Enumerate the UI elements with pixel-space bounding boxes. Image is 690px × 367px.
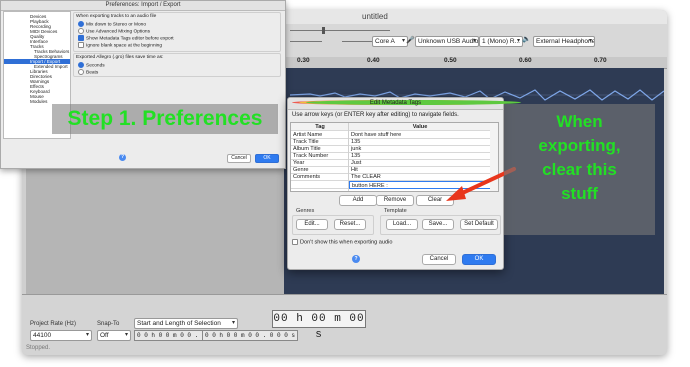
column-header-value: Value [349, 123, 491, 131]
ok-button[interactable]: OK [255, 154, 279, 163]
annotation-line: When [556, 112, 603, 131]
dont-show-option[interactable]: Don't show this when exporting audio [292, 239, 393, 245]
seconds-option[interactable]: Seconds [78, 62, 105, 68]
cancel-button[interactable]: Cancel [227, 154, 251, 163]
checkbox-icon[interactable] [292, 239, 298, 245]
genres-label: Genres [296, 208, 315, 214]
radio-icon[interactable] [78, 69, 84, 75]
advanced-mixing-option[interactable]: Use Advanced Mixing Options [78, 28, 150, 34]
template-label: Template [384, 208, 407, 214]
selection-mode-select[interactable]: Start and Length of Selection [134, 318, 238, 329]
metadata-titlebar: Edit Metadata Tags [288, 98, 521, 110]
tag-cell[interactable]: Comments [291, 173, 348, 181]
annotation-line: exporting, [538, 136, 621, 155]
ruler-tick: 0.50 [444, 57, 457, 64]
radio-icon[interactable] [78, 28, 84, 34]
ruler-tick: 0.60 [519, 57, 532, 64]
volume-slider[interactable] [290, 41, 322, 42]
remove-button[interactable]: Remove [376, 195, 414, 206]
step1-annotation: Step 1. Preferences [52, 104, 278, 134]
selection-toolbar: Project Rate (Hz) 44100 Snap-To Off Star… [22, 294, 667, 355]
mic-icon: 🎤 [406, 37, 415, 44]
show-metadata-editor-option[interactable]: Show Metadata Tags editor before export [78, 35, 174, 41]
metadata-instructions: Use arrow keys (or ENTER key after editi… [292, 112, 459, 118]
checkbox-icon[interactable] [78, 35, 84, 41]
option-label: Beats [86, 70, 99, 76]
gain-slider[interactable] [342, 41, 372, 42]
beats-option[interactable]: Beats [78, 69, 98, 75]
help-button[interactable]: ? [119, 154, 126, 161]
ruler-tick: 0.70 [594, 57, 607, 64]
mix-down-option[interactable]: Mix down to Stereo or Mono [78, 21, 146, 27]
option-label: Seconds [86, 63, 105, 69]
option-label: Don't show this when exporting audio [300, 239, 393, 246]
slider-thumb[interactable] [322, 27, 325, 34]
snap-to-label: Snap-To [97, 321, 120, 327]
snap-to-select[interactable]: Off [97, 330, 131, 341]
project-rate-select[interactable]: 44100 [30, 330, 92, 341]
export-options-group: When exporting tracks to an audio file M… [73, 12, 281, 52]
input-device-select[interactable]: Unknown USB Audio... [415, 36, 479, 47]
cancel-button[interactable]: Cancel [422, 254, 456, 265]
radio-icon[interactable] [78, 62, 84, 68]
reset-genres-button[interactable]: Reset... [334, 219, 366, 230]
checkbox-icon[interactable] [78, 42, 84, 48]
host-select[interactable]: Core A [372, 36, 408, 47]
output-device-select[interactable]: External Headphones [533, 36, 595, 47]
ruler-tick: 0.40 [367, 57, 380, 64]
tag-cell[interactable] [291, 181, 348, 189]
ok-button[interactable]: OK [462, 254, 496, 265]
option-label: Show Metadata Tags editor before export [86, 36, 174, 42]
load-template-button[interactable]: Load... [386, 219, 418, 230]
allegro-heading: Exported Allegro (.gro) files save time … [76, 55, 164, 60]
project-rate-label: Project Rate (Hz) [30, 321, 77, 327]
save-template-button[interactable]: Save... [422, 219, 454, 230]
annotation-line: stuff [561, 184, 598, 203]
status-text: Stopped. [26, 345, 51, 351]
channels-select[interactable]: 1 (Mono) R... [479, 36, 523, 47]
radio-icon[interactable] [78, 21, 84, 27]
tree-item-modules[interactable]: Modules [30, 99, 47, 104]
audio-position-display[interactable]: 00 h 00 m 00 s [272, 310, 366, 341]
ignore-blank-space-option[interactable]: Ignore blank space at the beginning [78, 42, 162, 48]
clear-annotation: When exporting, clear this stuff [504, 104, 655, 235]
ruler-tick: 0.30 [297, 57, 310, 64]
selection-length-field[interactable]: 0 0 h 0 0 m 0 0 . 0 0 0 s [202, 330, 299, 341]
option-label: Mix down to Stereo or Mono [86, 22, 146, 28]
metadata-title: Edit Metadata Tags [369, 100, 422, 106]
preferences-title: Preferences: Import / Export [105, 2, 181, 8]
preferences-titlebar: Preferences: Import / Export [1, 1, 285, 11]
meter-slider[interactable] [290, 30, 390, 31]
speaker-icon: 🔈 [522, 36, 531, 43]
column-header-tag: Tag [291, 123, 349, 131]
option-label: Use Advanced Mixing Options [86, 29, 150, 35]
add-button[interactable]: Add [339, 195, 377, 206]
edit-genres-button[interactable]: Edit... [296, 219, 328, 230]
export-section-heading: When exporting tracks to an audio file [76, 14, 157, 19]
window-title: untitled [362, 12, 388, 21]
option-label: Ignore blank space at the beginning [86, 43, 163, 49]
preferences-dialog: Preferences: Import / Export Devices Pla… [0, 0, 286, 169]
annotation-line: clear this [542, 160, 617, 179]
allegro-options-group: Exported Allegro (.gro) files save time … [73, 53, 281, 77]
help-button[interactable]: ? [352, 255, 360, 263]
set-default-button[interactable]: Set Default [460, 219, 498, 230]
